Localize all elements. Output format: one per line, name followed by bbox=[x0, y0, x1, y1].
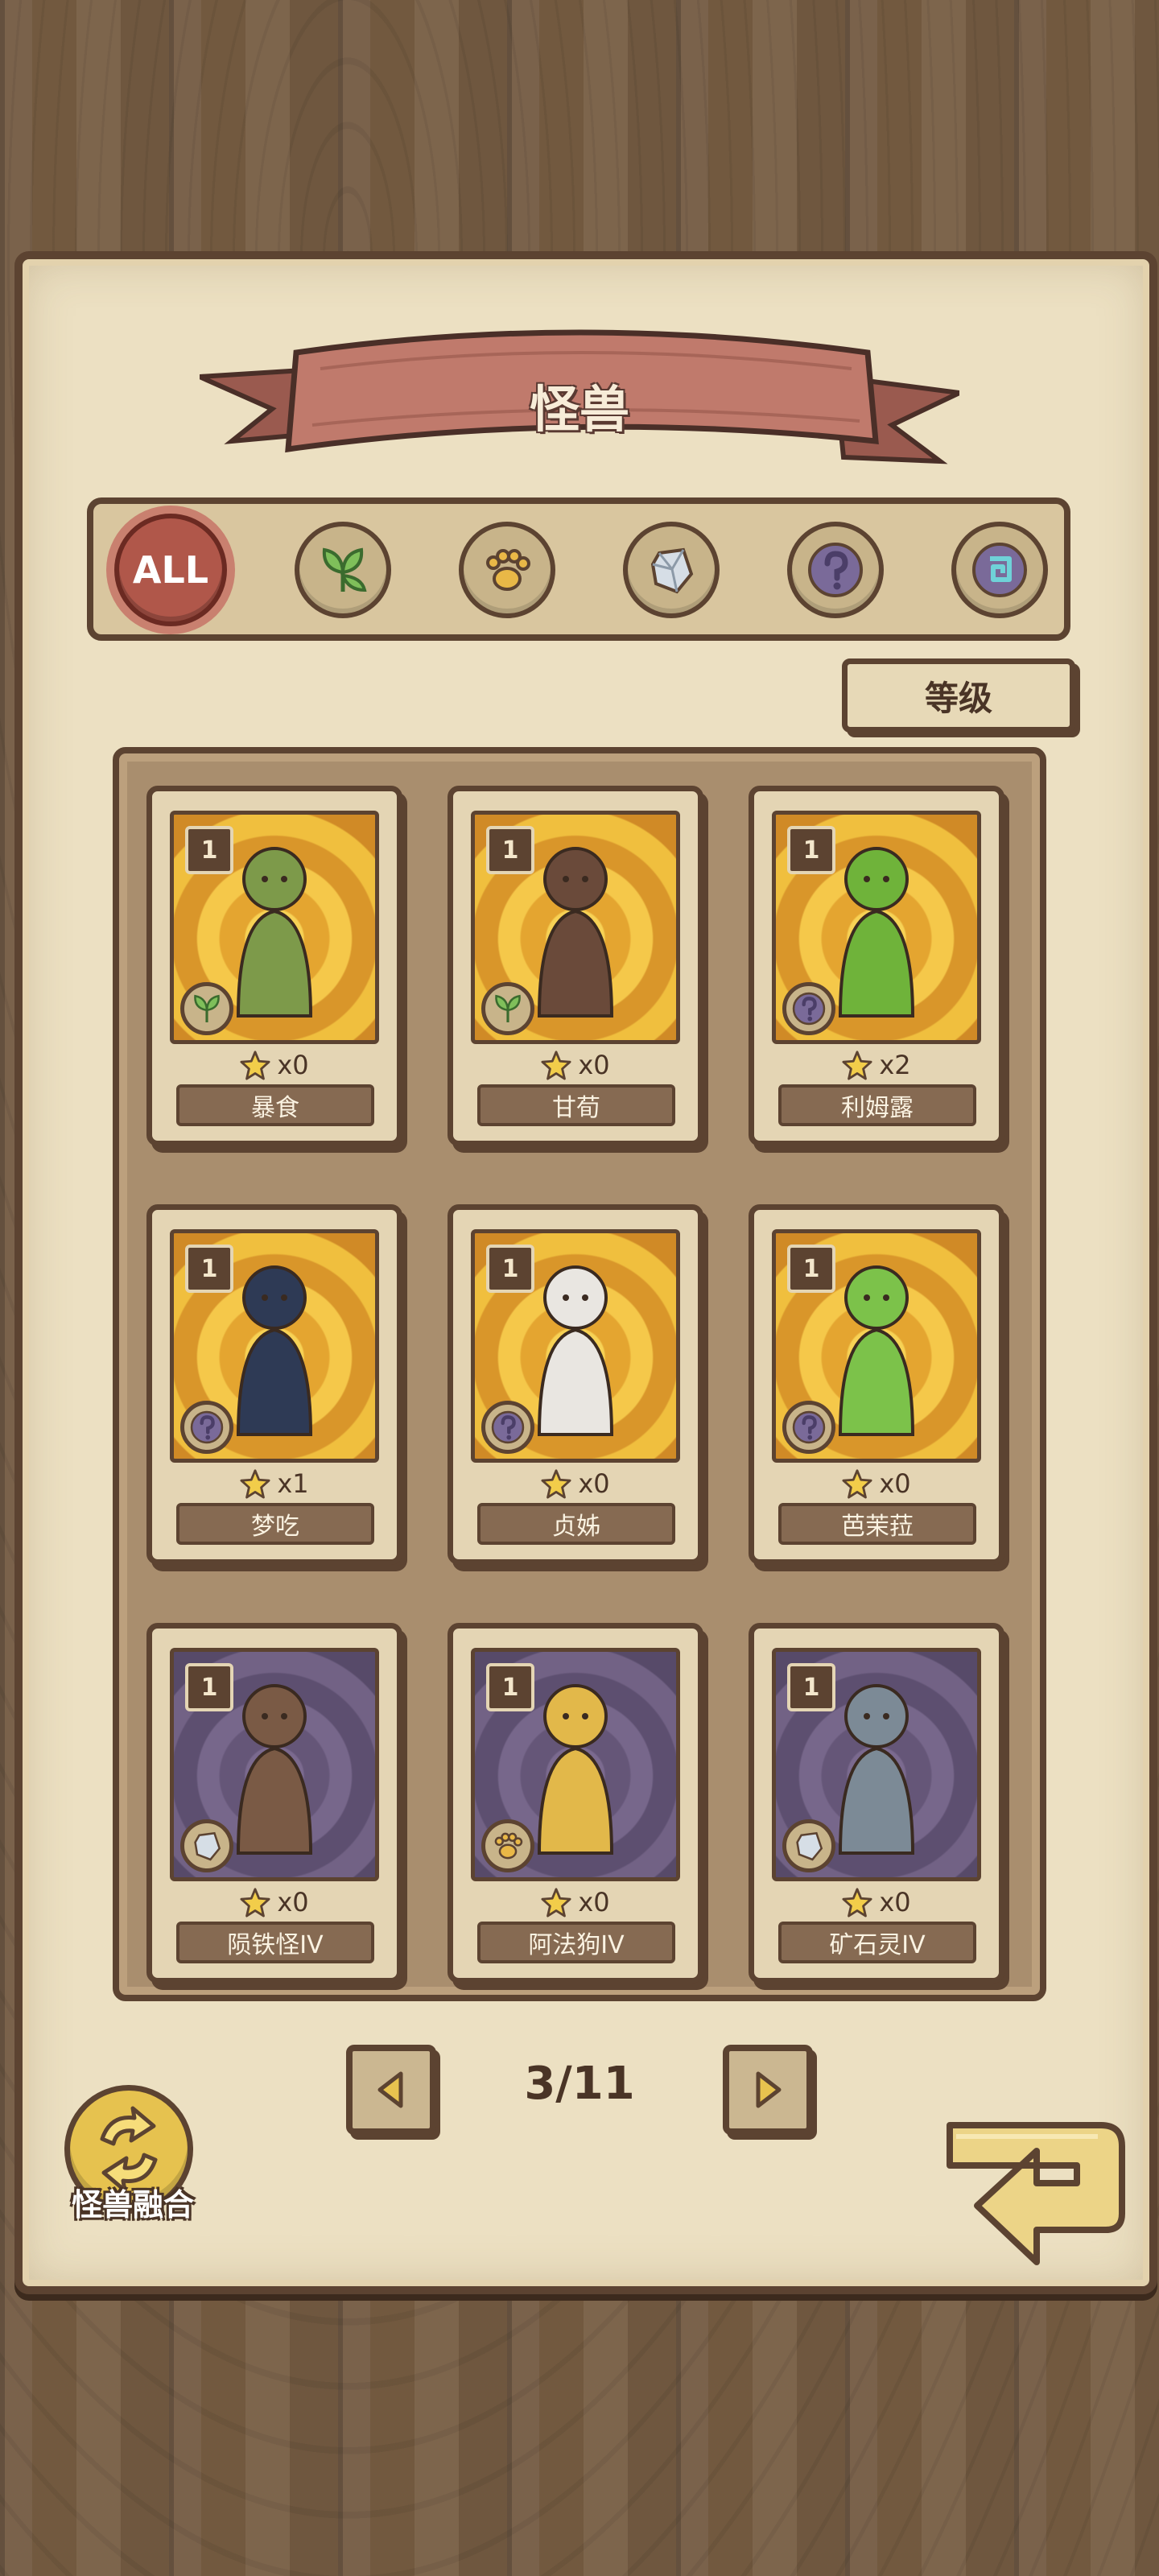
filter-leaf-button[interactable] bbox=[295, 522, 391, 618]
monster-portrait: 1 bbox=[772, 1229, 981, 1463]
star-count: x0 bbox=[277, 1050, 309, 1080]
crystal-icon bbox=[782, 1819, 835, 1872]
star-icon bbox=[240, 1469, 270, 1499]
star-icon bbox=[240, 1051, 270, 1080]
monster-portrait: 1 bbox=[772, 811, 981, 1044]
monster-card[interactable]: 1 x0 陨铁怪IV bbox=[146, 1623, 402, 1984]
monster-card[interactable]: 1 x0 暴食 bbox=[146, 786, 402, 1146]
swirl-icon bbox=[972, 543, 1027, 597]
filter-paw-button[interactable] bbox=[459, 522, 555, 618]
question-icon bbox=[808, 543, 863, 597]
monster-card[interactable]: 1 x0 矿石灵IV bbox=[749, 1623, 1004, 1984]
page-indicator: 3/11 bbox=[524, 2058, 635, 2110]
star-icon bbox=[842, 1051, 872, 1080]
title-ribbon: 怪兽 bbox=[198, 320, 968, 473]
question-icon bbox=[782, 1401, 835, 1454]
arrow-right-icon bbox=[756, 2071, 782, 2108]
star-icon bbox=[842, 1469, 872, 1499]
star-count: x0 bbox=[879, 1468, 911, 1499]
monster-name: 陨铁怪IV bbox=[176, 1922, 374, 1963]
star-count-row: x0 bbox=[754, 1885, 999, 1920]
monster-card[interactable]: 1 x0 芭茉菈 bbox=[749, 1204, 1004, 1565]
monster-name: 利姆露 bbox=[778, 1084, 976, 1126]
prev-page-button[interactable] bbox=[346, 2045, 436, 2135]
star-count: x1 bbox=[277, 1468, 309, 1499]
next-page-button[interactable] bbox=[723, 2045, 813, 2135]
star-count-row: x2 bbox=[754, 1047, 999, 1083]
star-icon bbox=[842, 1888, 872, 1918]
level-badge: 1 bbox=[486, 1663, 534, 1711]
star-count-row: x0 bbox=[453, 1885, 698, 1920]
filter-all-label: ALL bbox=[132, 548, 209, 592]
level-badge: 1 bbox=[185, 1245, 233, 1293]
level-badge: 1 bbox=[486, 826, 534, 874]
filter-bar: ALL bbox=[87, 497, 1070, 641]
crystal-icon bbox=[650, 547, 694, 594]
monster-name: 梦吃 bbox=[176, 1503, 374, 1545]
monster-card[interactable]: 1 x2 利姆露 bbox=[749, 786, 1004, 1146]
star-count-row: x0 bbox=[152, 1047, 397, 1083]
level-badge: 1 bbox=[185, 826, 233, 874]
monster-fusion-button[interactable]: 怪兽融合 bbox=[56, 2085, 209, 2238]
star-count: x0 bbox=[578, 1468, 610, 1499]
level-badge: 1 bbox=[787, 1663, 835, 1711]
star-icon bbox=[541, 1469, 571, 1499]
monster-card[interactable]: 1 x0 甘荀 bbox=[448, 786, 703, 1146]
question-icon bbox=[481, 1401, 534, 1454]
monster-portrait: 1 bbox=[170, 811, 379, 1044]
level-badge: 1 bbox=[185, 1663, 233, 1711]
monster-name: 阿法狗IV bbox=[477, 1922, 675, 1963]
filter-special-button[interactable] bbox=[951, 522, 1048, 618]
monster-card[interactable]: 1 x0 阿法狗IV bbox=[448, 1623, 703, 1984]
return-arrow-icon bbox=[947, 2122, 1125, 2265]
monster-card[interactable]: 1 x1 梦吃 bbox=[146, 1204, 402, 1565]
level-badge: 1 bbox=[787, 1245, 835, 1293]
star-count-row: x0 bbox=[453, 1466, 698, 1501]
star-count: x0 bbox=[879, 1887, 911, 1918]
monster-portrait: 1 bbox=[471, 1229, 680, 1463]
level-badge: 1 bbox=[787, 826, 835, 874]
star-count: x0 bbox=[277, 1887, 309, 1918]
fusion-label: 怪兽融合 bbox=[71, 2187, 194, 2223]
level-badge: 1 bbox=[486, 1245, 534, 1293]
monster-portrait: 1 bbox=[471, 811, 680, 1044]
crystal-icon bbox=[180, 1819, 233, 1872]
star-count-row: x0 bbox=[453, 1047, 698, 1083]
star-count: x2 bbox=[879, 1050, 911, 1080]
star-icon bbox=[240, 1888, 270, 1918]
leaf-icon bbox=[322, 547, 367, 592]
monster-name: 芭茉菈 bbox=[778, 1503, 976, 1545]
arrow-left-icon bbox=[377, 2071, 403, 2108]
monster-portrait: 1 bbox=[471, 1648, 680, 1881]
star-count: x0 bbox=[578, 1050, 610, 1080]
star-icon bbox=[541, 1051, 571, 1080]
star-icon bbox=[541, 1888, 571, 1918]
monster-name: 暴食 bbox=[176, 1084, 374, 1126]
filter-unknown-button[interactable] bbox=[787, 522, 884, 618]
monster-name: 矿石灵IV bbox=[778, 1922, 976, 1963]
paw-icon bbox=[486, 549, 530, 591]
question-icon bbox=[180, 1401, 233, 1454]
back-button[interactable] bbox=[940, 2109, 1133, 2286]
star-count: x0 bbox=[578, 1887, 610, 1918]
page-title: 怪兽 bbox=[529, 380, 629, 439]
star-count-row: x0 bbox=[152, 1885, 397, 1920]
star-count-row: x1 bbox=[152, 1466, 397, 1501]
filter-crystal-button[interactable] bbox=[623, 522, 720, 618]
monster-card[interactable]: 1 x0 贞姊 bbox=[448, 1204, 703, 1565]
monster-portrait: 1 bbox=[170, 1229, 379, 1463]
paw-icon bbox=[481, 1819, 534, 1872]
monster-portrait: 1 bbox=[772, 1648, 981, 1881]
leaf-icon bbox=[481, 982, 534, 1035]
monster-name: 贞姊 bbox=[477, 1503, 675, 1545]
filter-all-button[interactable]: ALL bbox=[114, 514, 227, 626]
monster-name: 甘荀 bbox=[477, 1084, 675, 1126]
leaf-icon bbox=[180, 982, 233, 1035]
sort-label: 等级 bbox=[924, 678, 992, 718]
monster-portrait: 1 bbox=[170, 1648, 379, 1881]
star-count-row: x0 bbox=[754, 1466, 999, 1501]
sort-level-button[interactable]: 等级 bbox=[842, 658, 1075, 733]
question-icon bbox=[782, 982, 835, 1035]
